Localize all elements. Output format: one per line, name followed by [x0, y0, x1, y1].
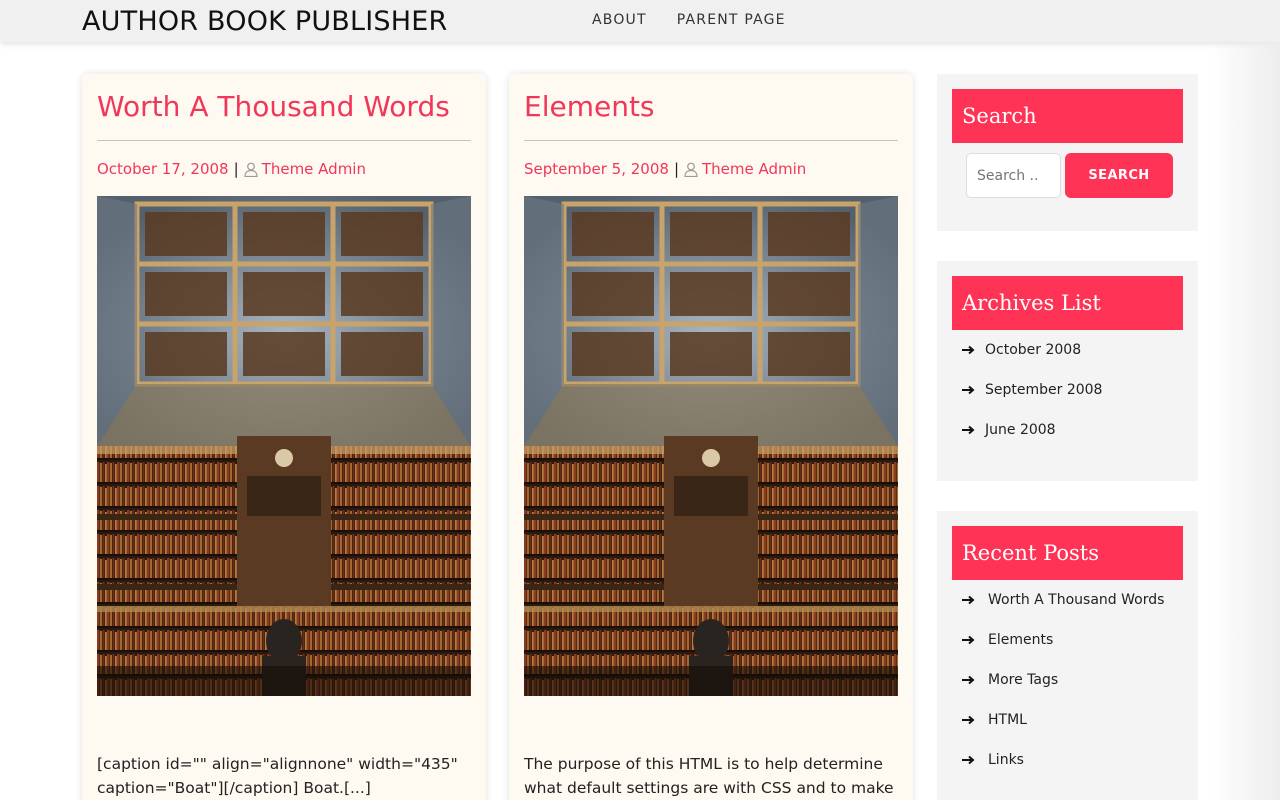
list-item[interactable]: More Tags [962, 672, 1183, 712]
list-item[interactable]: Elements [962, 632, 1183, 672]
search-widget: Search SEARCH [937, 74, 1198, 231]
widget-title-recent: Recent Posts [952, 526, 1183, 580]
list-item[interactable]: Links [962, 752, 1183, 792]
post-card: Worth A Thousand Words October 17, 2008 … [82, 74, 486, 800]
post-title[interactable]: Worth A Thousand Words [97, 89, 471, 141]
arrow-right-icon [962, 345, 975, 355]
search-button[interactable]: SEARCH [1065, 153, 1173, 198]
arrow-right-icon [962, 675, 975, 685]
archive-link[interactable]: June 2008 [985, 422, 1056, 438]
search-input[interactable] [966, 153, 1061, 198]
widget-title-archives: Archives List [952, 276, 1183, 330]
page-edge-shadow [1210, 42, 1280, 800]
post-date[interactable]: October 17, 2008 [97, 160, 229, 178]
archive-link[interactable]: October 2008 [985, 342, 1081, 358]
arrow-right-icon [962, 755, 975, 765]
arrow-right-icon [962, 635, 975, 645]
post-thumbnail-library[interactable] [524, 196, 898, 696]
header-bar: AUTHOR BOOK PUBLISHER ABOUT PARENT PAGE [0, 0, 1280, 42]
recent-post-link[interactable]: Links [988, 752, 1024, 768]
list-item[interactable]: HTML [962, 712, 1183, 752]
recent-post-link[interactable]: More Tags [988, 672, 1058, 688]
list-item[interactable]: Worth A Thousand Words [962, 592, 1183, 632]
recent-post-link[interactable]: Elements [988, 632, 1053, 648]
meta-separator: | [673, 160, 679, 178]
post-author[interactable]: Theme Admin [262, 160, 366, 178]
recent-posts-widget: Recent Posts Worth A Thousand Words Elem… [937, 511, 1198, 800]
recent-post-link[interactable]: HTML [988, 712, 1027, 728]
post-author[interactable]: Theme Admin [702, 160, 806, 178]
arrow-right-icon [962, 595, 975, 605]
list-item[interactable]: October 2008 [962, 342, 1183, 382]
search-form: SEARCH [952, 153, 1183, 198]
post-title[interactable]: Elements [524, 89, 898, 141]
nav-item-about[interactable]: ABOUT [592, 12, 647, 28]
post-excerpt: The purpose of this HTML is to help dete… [524, 755, 894, 797]
arrow-right-icon [962, 425, 975, 435]
list-item[interactable]: September 2008 [962, 382, 1183, 422]
post-meta: September 5, 2008 | Theme Admin [524, 160, 898, 178]
nav-item-parent-page[interactable]: PARENT PAGE [677, 12, 786, 28]
arrow-right-icon [962, 715, 975, 725]
archive-link[interactable]: September 2008 [985, 382, 1102, 398]
archives-widget: Archives List October 2008 September 200… [937, 261, 1198, 481]
archives-list: October 2008 September 2008 June 2008 [952, 342, 1183, 462]
post-excerpt: [caption id="" align="alignnone" width="… [97, 755, 458, 797]
meta-separator: | [233, 160, 239, 178]
post-thumbnail-library[interactable] [97, 196, 471, 696]
main-nav: ABOUT PARENT PAGE [592, 12, 786, 28]
list-item[interactable]: June 2008 [962, 422, 1183, 462]
recent-post-link[interactable]: Worth A Thousand Words [988, 592, 1164, 608]
user-icon [684, 162, 698, 177]
widget-title-search: Search [952, 89, 1183, 143]
arrow-right-icon [962, 385, 975, 395]
post-card: Elements September 5, 2008 | Theme Admin… [509, 74, 913, 800]
post-meta: October 17, 2008 | Theme Admin [97, 160, 471, 178]
user-icon [244, 162, 258, 177]
recent-posts-list: Worth A Thousand Words Elements More Tag… [952, 592, 1183, 792]
site-title[interactable]: AUTHOR BOOK PUBLISHER [82, 6, 448, 37]
post-date[interactable]: September 5, 2008 [524, 160, 669, 178]
